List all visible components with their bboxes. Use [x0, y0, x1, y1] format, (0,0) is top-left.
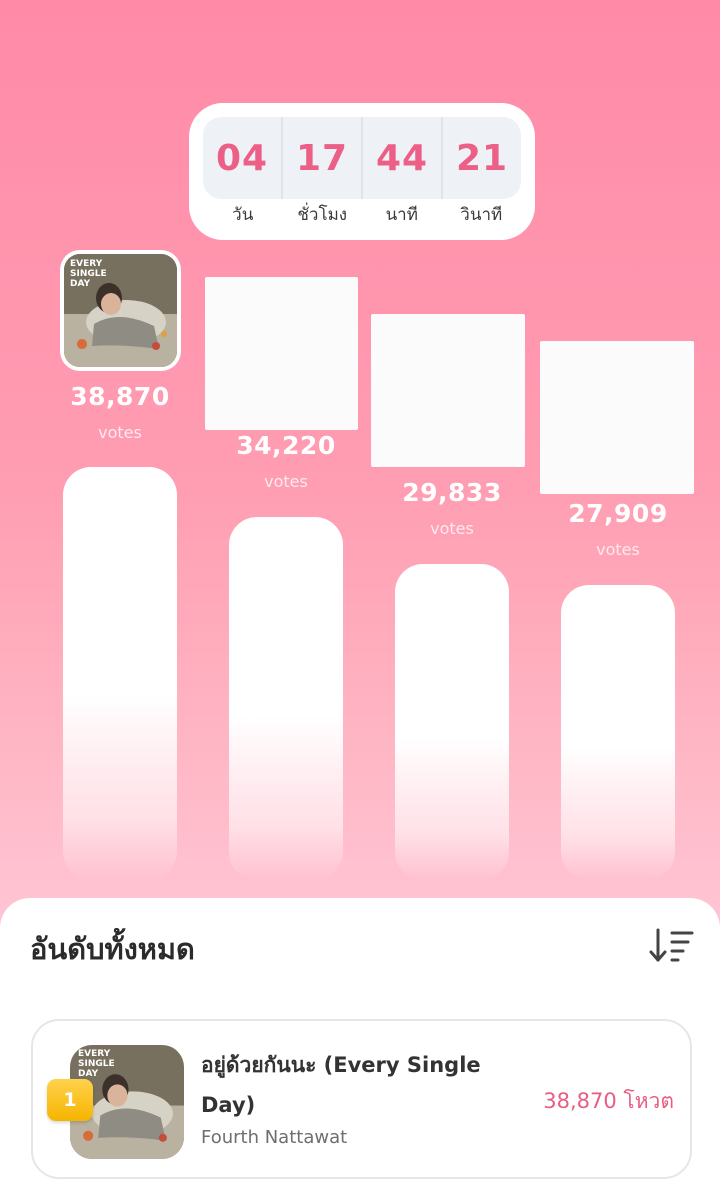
- ranking-sheet: อันดับทั้งหมด EVERY SINGLE DAY 1 อยู่ด้ว…: [0, 898, 720, 1200]
- podium-column-2: [229, 517, 343, 880]
- podium-column-3: [395, 564, 509, 880]
- podium-votes-label-3: votes: [430, 519, 474, 538]
- countdown-days-label: วัน: [232, 205, 254, 225]
- podium-votes-label-1: votes: [98, 423, 142, 442]
- countdown-digits: 04 17 44 21: [203, 117, 521, 199]
- album-art-title: EVERY SINGLE DAY: [70, 259, 107, 289]
- podium-column-1: [63, 467, 177, 880]
- podium-cover-4[interactable]: [540, 341, 694, 494]
- ranking-item-artist: Fourth Nattawat: [201, 1127, 348, 1148]
- podium-votes-3: 29,833: [402, 478, 502, 507]
- podium-votes-2: 34,220: [236, 431, 336, 460]
- countdown-days: 04: [215, 137, 269, 179]
- album-art-every-single-day: EVERY SINGLE DAY: [64, 254, 177, 367]
- podium-votes-1: 38,870: [70, 382, 170, 411]
- ranking-item-1[interactable]: EVERY SINGLE DAY 1 อยู่ด้วยกันนะ (Every …: [31, 1019, 692, 1179]
- podium-votes-label-2: votes: [264, 472, 308, 491]
- ranking-item-votes: 38,870 โหวต: [543, 1089, 674, 1113]
- countdown-minutes: 44: [375, 137, 429, 179]
- countdown-minutes-label: นาที: [385, 205, 418, 225]
- countdown-labels: วัน ชั่วโมง นาที วินาที: [203, 199, 521, 231]
- ranking-item-song-title: อยู่ด้วยกันนะ (Every Single Day): [201, 1053, 481, 1117]
- podium-votes-4: 27,909: [568, 499, 668, 528]
- countdown-hours-label: ชั่วโมง: [297, 205, 348, 225]
- podium-cover-2[interactable]: [205, 277, 358, 430]
- rank-badge: 1: [47, 1079, 93, 1121]
- countdown-seconds-label: วินาที: [460, 205, 503, 225]
- podium-cover-3[interactable]: [371, 314, 525, 467]
- ranking-title: อันดับทั้งหมด: [30, 932, 195, 966]
- countdown-seconds: 21: [455, 137, 509, 179]
- sort-descending-icon[interactable]: [648, 926, 696, 966]
- countdown-hours: 17: [295, 137, 349, 179]
- ranking-item-art-title: EVERY SINGLE DAY: [78, 1049, 115, 1079]
- podium-votes-label-4: votes: [596, 540, 640, 559]
- podium-column-4: [561, 585, 675, 880]
- countdown-timer: 04 17 44 21 วัน ชั่วโมง นาที วินาที: [189, 103, 535, 240]
- podium-cover-1[interactable]: EVERY SINGLE DAY: [60, 250, 181, 371]
